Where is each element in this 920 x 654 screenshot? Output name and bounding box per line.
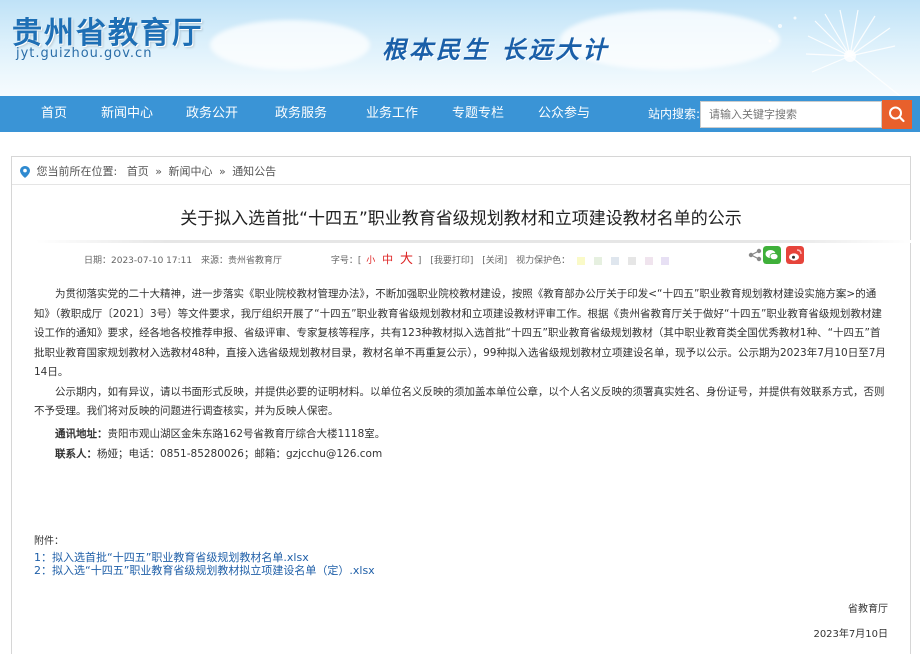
- font-size-large[interactable]: 大: [400, 252, 413, 267]
- eye-color-swatch[interactable]: [593, 256, 602, 265]
- wechat-icon[interactable]: [763, 246, 781, 264]
- weibo-icon[interactable]: [786, 246, 804, 264]
- font-size-label: 字号：[: [330, 256, 362, 266]
- contact-value: 杨娅；电话：0851-85280026；邮箱：gzjcchu@126.com: [97, 447, 383, 460]
- search-input[interactable]: [700, 101, 882, 128]
- location-pin-icon: [20, 166, 30, 178]
- eye-color-swatch[interactable]: [644, 256, 653, 265]
- font-size-small[interactable]: 小: [366, 256, 375, 266]
- dandelion-decoration-icon: [768, 9, 900, 96]
- nav-item-gov-open[interactable]: 政务公开: [186, 96, 238, 132]
- nav-item-news[interactable]: 新闻中心: [101, 96, 153, 132]
- eye-color-swatch[interactable]: [661, 256, 670, 265]
- breadcrumb-separator: »: [218, 165, 226, 178]
- font-size-close: ]: [417, 256, 422, 266]
- attachments-label: 附件：: [34, 536, 64, 547]
- attachment-link[interactable]: 2：拟入选“十四五”职业教育省级规划教材拟立项建设名单（定）.xlsx: [34, 562, 375, 578]
- contact-person: 联系人：杨娅；电话：0851-85280026；邮箱：gzjcchu@126.c…: [34, 444, 886, 464]
- article-date: 日期：2023-07-10 17:11: [84, 256, 193, 266]
- breadcrumb: 您当前所在位置: 首页 » 新闻中心 » 通知公告: [20, 164, 276, 180]
- search-label: 站内搜索:: [648, 107, 701, 121]
- close-link[interactable]: [关闭]: [482, 256, 507, 266]
- address-label: 通讯地址：: [55, 427, 108, 440]
- breadcrumb-home[interactable]: 首页: [127, 165, 149, 178]
- search-button[interactable]: [882, 100, 912, 129]
- signature-org: 省教育厅: [848, 604, 888, 615]
- breadcrumb-notices[interactable]: 通知公告: [232, 165, 276, 178]
- nav-item-topics[interactable]: 专题专栏: [452, 96, 504, 132]
- article-source: 来源：贵州省教育厅: [200, 256, 282, 266]
- article-title: 关于拟入选首批“十四五”职业教育省级规划教材和立项建设教材名单的公示: [180, 209, 742, 229]
- print-link[interactable]: [我要打印]: [430, 256, 473, 266]
- article-paragraph: 公示期内，如有异议，请以书面形式反映，并提供必要的证明材料。以单位名义反映的须加…: [34, 385, 885, 418]
- share-icon[interactable]: [746, 246, 764, 264]
- search-icon: [889, 106, 905, 123]
- cloud-decoration: [210, 20, 370, 70]
- nav-item-participation[interactable]: 公众参与: [538, 96, 590, 132]
- font-size-medium[interactable]: 中: [382, 253, 393, 266]
- site-header: 贵州省教育厅 jyt.guizhou.gov.cn 根本民生 长远大计: [0, 0, 920, 96]
- slogan: 根本民生 长远大计: [382, 35, 610, 64]
- breadcrumb-separator: »: [155, 165, 162, 178]
- title-divider: [36, 240, 912, 243]
- article-paragraph: 为贯彻落实党的二十大精神，进一步落实《职业院校教材管理办法》，不断加强职业院校教…: [34, 288, 886, 378]
- article-meta: 日期：2023-07-10 17:11 来源：贵州省教育厅 字号：[ 小 中 大…: [84, 253, 675, 267]
- contact-label: 联系人：: [55, 447, 97, 460]
- eye-color-swatch[interactable]: [610, 256, 619, 265]
- signature-date: 2023年7月10日: [813, 629, 888, 640]
- nav-item-gov-service[interactable]: 政务服务: [275, 96, 327, 132]
- eye-color-swatch[interactable]: [627, 256, 636, 265]
- address-value: 贵阳市观山湖区金朱东路162号省教育厅综合大楼1118室。: [107, 427, 386, 440]
- breadcrumb-prefix: 您当前所在位置:: [36, 165, 118, 178]
- eye-protect-label: 视力保护色：: [516, 256, 571, 266]
- nav-item-business[interactable]: 业务工作: [366, 96, 418, 132]
- contact-address: 通讯地址：贵阳市观山湖区金朱东路162号省教育厅综合大楼1118室。: [34, 424, 886, 444]
- breadcrumb-news[interactable]: 新闻中心: [168, 165, 212, 178]
- eye-color-swatch[interactable]: [577, 256, 586, 265]
- article-body: 为贯彻落实党的二十大精神，进一步落实《职业院校教材管理办法》，不断加强职业院校教…: [34, 285, 886, 464]
- divider: [12, 184, 910, 185]
- nav-item-home[interactable]: 首页: [41, 96, 67, 132]
- site-url: jyt.guizhou.gov.cn: [16, 46, 153, 61]
